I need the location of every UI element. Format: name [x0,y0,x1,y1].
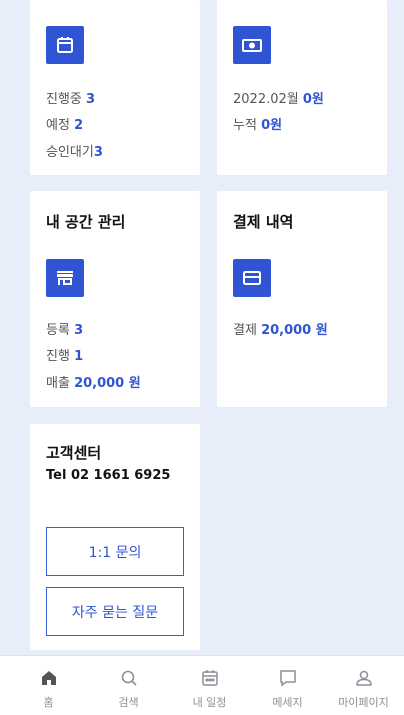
tab-my-schedule[interactable]: 내 일정 [169,656,250,715]
payout-card[interactable]: 2022.02월 0원 누적 0원 [217,0,387,175]
stat-pending-approval: 승인대기3 [46,145,103,160]
customer-center-card: 고객센터 Tel 02 1661 6925 1:1 문의 자주 묻는 질문 [30,424,200,650]
store-icon [57,271,73,285]
tab-messages-label: 메세지 [272,696,303,709]
stat-month-payout: 2022.02월 0원 [233,92,324,107]
tab-mypage-label: 마이페이지 [338,696,389,709]
user-icon [355,670,372,686]
money-tile [233,26,271,64]
schedule-card[interactable]: 진행중 3 예정 2 승인대기3 [30,0,200,175]
tab-mypage[interactable]: 마이페이지 [323,656,404,715]
home-icon [41,671,56,685]
stat-payment-amount: 결제 20,000 원 [233,323,328,338]
tab-home[interactable]: 홈 [8,656,89,715]
stat-ongoing: 진행 1 [46,349,84,364]
stat-in-progress: 진행중 3 [46,92,96,107]
calendar-icon [201,670,218,686]
faq-button[interactable]: 자주 묻는 질문 [46,587,184,636]
payment-card-title: 결제 내역 [233,213,294,231]
search-icon [121,670,137,686]
stat-sales: 매출 20,000 원 [46,376,141,391]
space-card-title: 내 공간 관리 [46,213,126,231]
stat-registered: 등록 3 [46,323,84,338]
calendar-tile [46,26,84,64]
tab-home-label: 홈 [43,696,54,709]
stat-total-payout: 누적 0원 [233,118,283,133]
tab-my-schedule-label: 내 일정 [192,696,227,709]
credit-card-icon [243,271,261,285]
support-phone: Tel 02 1661 6925 [46,468,171,483]
tab-search[interactable]: 검색 [88,656,169,715]
inquiry-button[interactable]: 1:1 문의 [46,527,184,576]
stat-scheduled: 예정 2 [46,118,84,133]
payment-history-card[interactable]: 결제 내역 결제 20,000 원 [217,191,387,407]
calendar-icon [57,37,73,53]
tab-search-label: 검색 [118,696,139,709]
tab-messages[interactable]: 메세지 [247,656,328,715]
card-tile [233,259,271,297]
space-management-card[interactable]: 내 공간 관리 등록 3 진행 1 매출 20,000 원 [30,191,200,407]
bottom-tab-bar: 홈 검색 내 일정 메세지 마이페이지 [0,655,404,715]
store-tile [46,259,84,297]
message-icon [279,670,296,687]
support-card-title: 고객센터 [46,444,102,462]
money-icon [242,39,262,52]
